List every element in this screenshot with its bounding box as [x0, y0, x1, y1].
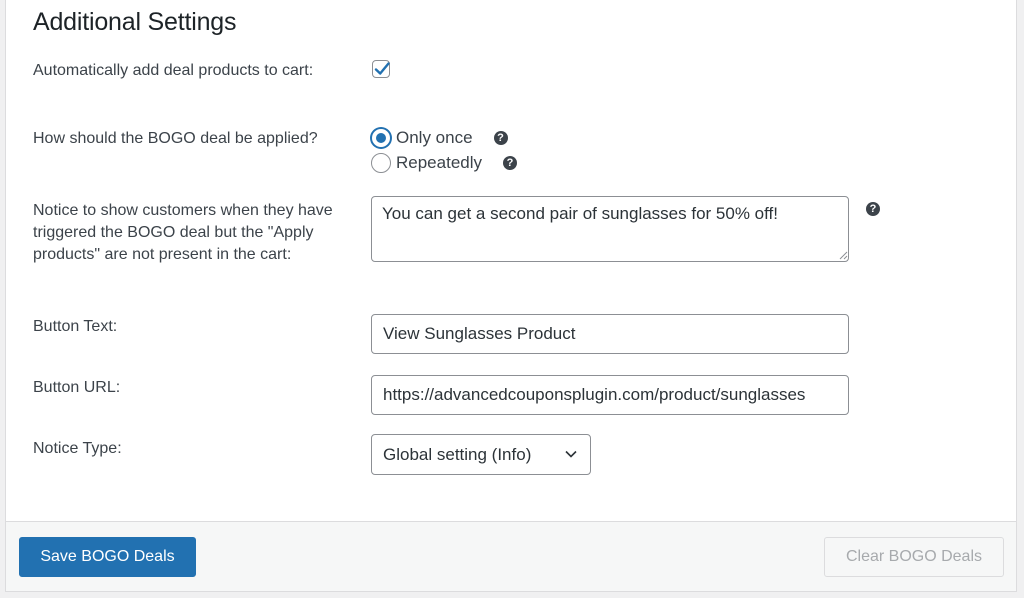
chevron-down-icon: [565, 450, 577, 458]
help-icon[interactable]: ?: [493, 131, 508, 145]
button-url-label: Button URL:: [33, 379, 121, 396]
save-bogo-deals-button[interactable]: Save BOGO Deals: [19, 537, 196, 577]
notice-type-value: Global setting (Info): [383, 444, 532, 464]
footer-bar: Save BOGO Deals Clear BOGO Deals: [6, 521, 1016, 591]
resize-grip-icon[interactable]: [838, 250, 848, 260]
radio-option-once[interactable]: Only once ?: [371, 128, 508, 148]
button-url-input[interactable]: [371, 375, 849, 415]
radio-once-label: Only once: [396, 128, 473, 147]
apply-mode-label: How should the BOGO deal be applied?: [33, 130, 318, 147]
help-icon[interactable]: ?: [503, 156, 518, 170]
notice-type-select[interactable]: Global setting (Info): [371, 434, 591, 475]
checkmark-icon: [374, 62, 390, 75]
radio-repeatedly[interactable]: [371, 153, 391, 173]
section-title: Additional Settings: [33, 8, 237, 36]
auto-add-label: Automatically add deal products to cart:: [33, 62, 314, 79]
notice-type-label: Notice Type:: [33, 440, 122, 457]
help-icon[interactable]: ?: [866, 202, 880, 216]
button-text-input[interactable]: [371, 314, 849, 354]
radio-repeatedly-label: Repeatedly: [396, 153, 483, 172]
radio-once[interactable]: [371, 128, 391, 148]
notice-label: Notice to show customers when they have …: [33, 202, 333, 263]
notice-textarea[interactable]: You can get a second pair of sunglasses …: [371, 196, 849, 262]
radio-option-repeatedly[interactable]: Repeatedly ?: [371, 153, 518, 173]
additional-settings-panel: Additional Settings Automatically add de…: [5, 0, 1017, 592]
auto-add-checkbox[interactable]: [372, 60, 390, 78]
clear-bogo-deals-button[interactable]: Clear BOGO Deals: [824, 537, 1004, 577]
button-text-label: Button Text:: [33, 318, 118, 335]
